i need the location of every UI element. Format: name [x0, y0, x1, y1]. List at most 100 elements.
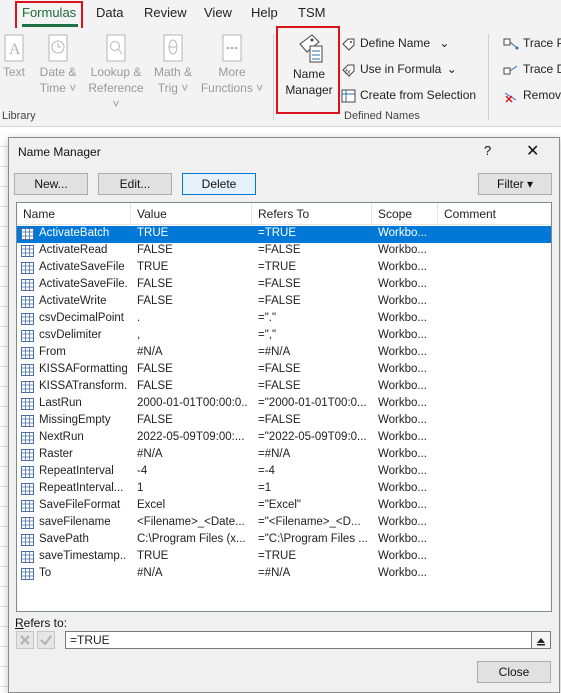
refers-to-cell: =#N/A: [258, 567, 291, 579]
column-header-value[interactable]: Value: [137, 207, 167, 221]
named-range-icon: [21, 313, 34, 325]
filter-button[interactable]: Filter ▾: [478, 173, 552, 195]
name-cell: From: [39, 346, 66, 358]
table-row[interactable]: ActivateBatch TRUE =TRUE Workbo...: [17, 226, 551, 243]
tab-review[interactable]: Review: [144, 5, 187, 20]
column-header-scope[interactable]: Scope: [378, 207, 412, 221]
table-row[interactable]: KISSAFormatting FALSE =FALSE Workbo...: [17, 362, 551, 379]
chevron-down-icon: ⌄: [439, 36, 450, 50]
formulas-tab-highlight: [15, 1, 83, 31]
table-row[interactable]: ActivateSaveFile... FALSE =FALSE Workbo...: [17, 277, 551, 294]
table-row[interactable]: From #N/A =#N/A Workbo...: [17, 345, 551, 362]
help-icon[interactable]: ?: [484, 143, 491, 158]
more-functions-button[interactable]: More Functions ˅: [199, 34, 265, 96]
tab-view[interactable]: View: [204, 5, 232, 20]
collapse-dialog-icon[interactable]: [531, 631, 551, 649]
refers-to-cell: =FALSE: [258, 295, 301, 307]
table-row[interactable]: csvDelimiter, ="," Workbo...: [17, 328, 551, 345]
name-cell: Raster: [39, 448, 73, 460]
cancel-edit-icon[interactable]: [16, 631, 34, 649]
column-divider[interactable]: [130, 203, 131, 225]
scope-cell: Workbo...: [378, 550, 427, 562]
table-row[interactable]: RepeatInterval -4 =-4 Workbo...: [17, 464, 551, 481]
column-divider[interactable]: [437, 203, 438, 225]
ribbon-separator: [273, 34, 274, 120]
refers-to-field[interactable]: =TRUE: [65, 631, 532, 649]
use-in-formula-label: Use in Formula: [360, 62, 442, 76]
edit-button[interactable]: Edit...: [98, 173, 172, 195]
column-divider[interactable]: [251, 203, 252, 225]
name-cell: KISSAFormatting: [39, 363, 127, 375]
use-in-formula-button[interactable]: fx Use in Formula ⌄: [341, 62, 457, 77]
function-library-group-label: Library: [2, 110, 36, 122]
tab-tsm[interactable]: TSM: [298, 5, 325, 20]
new-button[interactable]: New...: [14, 173, 88, 195]
scope-cell: Workbo...: [378, 499, 427, 511]
table-row[interactable]: NextRun 2022-05-09T09:00:... ="2022-05-09T…: [17, 430, 551, 447]
refers-to-cell: ="Excel": [258, 499, 302, 511]
value-cell: FALSE: [137, 380, 173, 392]
column-header-refers-to[interactable]: Refers To: [258, 207, 309, 221]
scope-cell: Workbo...: [378, 567, 427, 579]
table-row[interactable]: ActivateSaveFile TRUE =TRUE Workbo...: [17, 260, 551, 277]
table-row[interactable]: csvDecimalPoint. ="." Workbo...: [17, 311, 551, 328]
table-row[interactable]: SaveFileFormat Excel ="Excel" Workbo...: [17, 498, 551, 515]
table-row[interactable]: saveFilename <Filename>_<Date... ="<Filena…: [17, 515, 551, 532]
names-list[interactable]: Name Value Refers To Scope Comment Activ…: [16, 202, 552, 612]
close-button[interactable]: Close: [477, 661, 551, 683]
name-cell: SavePath: [39, 533, 89, 545]
table-row[interactable]: To #N/A =#N/A Workbo...: [17, 566, 551, 583]
table-row[interactable]: ActivateWrite FALSE =FALSE Workbo...: [17, 294, 551, 311]
table-row[interactable]: Raster #N/A =#N/A Workbo...: [17, 447, 551, 464]
svg-text:fx: fx: [345, 69, 351, 76]
name-cell: KISSATransform...: [39, 380, 127, 392]
value-cell: TRUE: [137, 227, 169, 239]
tab-help[interactable]: Help: [251, 5, 278, 20]
close-icon[interactable]: ✕: [526, 141, 539, 161]
scope-cell: Workbo...: [378, 465, 427, 477]
value-cell: FALSE: [137, 295, 173, 307]
table-row[interactable]: ActivateRead FALSE =FALSE Workbo...: [17, 243, 551, 260]
date-time-button[interactable]: Date & Time ˅: [36, 34, 80, 96]
trace-dependents-button[interactable]: Trace D: [503, 62, 561, 77]
more-functions-label-2: Functions ˅: [200, 81, 264, 95]
date-time-label-1: Date &: [39, 65, 77, 79]
lookup-reference-button[interactable]: Lookup & Reference ˅: [84, 34, 148, 112]
lookup-reference-label-2: Reference ˅: [88, 81, 144, 111]
refers-to-cell: =TRUE: [258, 550, 297, 562]
math-trig-icon: [163, 34, 183, 62]
confirm-edit-icon[interactable]: [37, 631, 55, 649]
name-cell: LastRun: [39, 397, 82, 409]
text-functions-button[interactable]: A Text: [2, 34, 26, 80]
name-manager-dialog: Name Manager ? ✕ New... Edit... Delete F…: [8, 137, 560, 693]
refers-to-cell: =-4: [258, 465, 275, 477]
name-cell: To: [39, 567, 52, 579]
table-row[interactable]: MissingEmpty FALSE =FALSE Workbo...: [17, 413, 551, 430]
named-range-icon: [21, 245, 34, 257]
column-header-comment[interactable]: Comment: [444, 207, 496, 221]
value-cell: FALSE: [137, 244, 173, 256]
remove-arrows-button[interactable]: Remov: [503, 88, 561, 103]
tab-data[interactable]: Data: [96, 5, 123, 20]
refers-to-cell: =TRUE: [258, 261, 297, 273]
named-range-icon: [21, 466, 34, 478]
define-name-button[interactable]: Define Name ⌄: [341, 36, 449, 51]
column-header-name[interactable]: Name: [23, 207, 55, 221]
table-row[interactable]: RepeatInterval... 1 =1 Workbo...: [17, 481, 551, 498]
math-trig-label-2: Trig ˅: [157, 81, 189, 95]
table-row[interactable]: saveTimestamp... TRUE =TRUE Workbo...: [17, 549, 551, 566]
column-divider[interactable]: [371, 203, 372, 225]
delete-button[interactable]: Delete: [182, 173, 256, 195]
create-from-selection-button[interactable]: Create from Selection: [341, 88, 476, 103]
name-cell: saveFilename: [39, 516, 111, 528]
refers-to-cell: ="C:\Program Files ...: [258, 533, 368, 545]
table-row[interactable]: SavePath C:\Program Files (x... ="C:\Progr…: [17, 532, 551, 549]
math-trig-button[interactable]: Math & Trig ˅: [151, 34, 195, 96]
table-row[interactable]: KISSATransform... FALSE =FALSE Workbo...: [17, 379, 551, 396]
ribbon-tab-bar: Formulas Data Review View Help TSM: [0, 0, 561, 28]
scope-cell: Workbo...: [378, 533, 427, 545]
table-row[interactable]: LastRun 2000-01-01T00:00:0... ="2000-01-01…: [17, 396, 551, 413]
trace-precedents-button[interactable]: Trace P: [503, 36, 561, 51]
svg-text:A: A: [9, 41, 21, 58]
scope-cell: Workbo...: [378, 278, 427, 290]
